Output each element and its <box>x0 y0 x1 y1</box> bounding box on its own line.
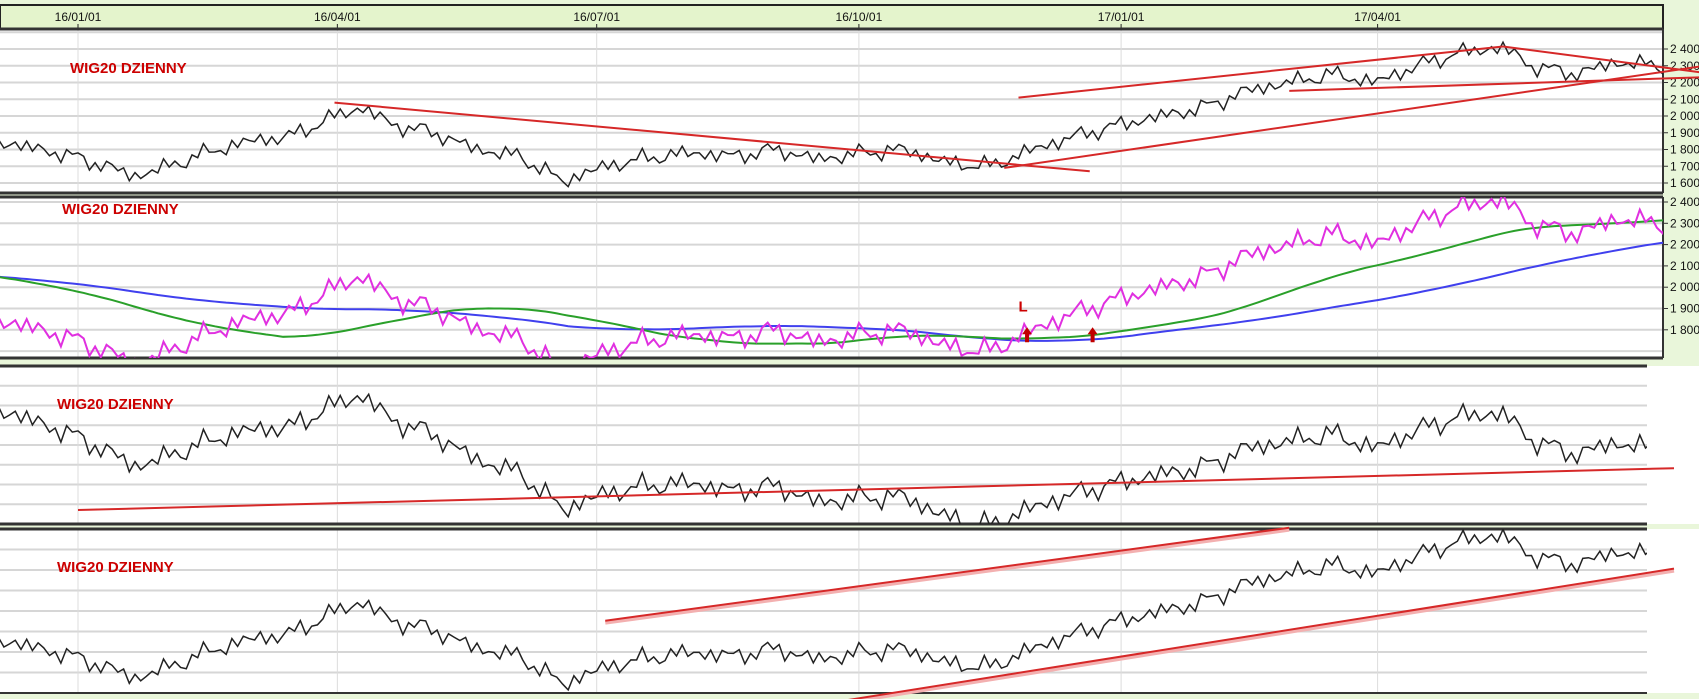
panel-1: 2 4002 3002 2002 1002 0001 9001 8001 700… <box>0 27 1699 195</box>
y-tick-label: 1 900 <box>1670 302 1699 316</box>
panel-title: WIG20 DZIENNY <box>57 559 174 576</box>
date-tick-label: 16/10/01 <box>836 10 883 24</box>
y-tick-label: 2 000 <box>1670 280 1699 294</box>
y-tick-label: 2 300 <box>1670 216 1699 230</box>
y-tick-label: 2 000 <box>1670 109 1699 123</box>
panel-title: WIG20 DZIENNY <box>70 60 187 77</box>
y-tick-label: 2 200 <box>1670 238 1699 252</box>
panel-2: 2 400 2 300 2 200 2 100 2 000 1 900 1 800 WIG20… <box>0 195 1699 360</box>
y-tick-label: 1 900 <box>1670 126 1699 140</box>
y-tick-label: 2 400 <box>1670 195 1699 209</box>
y-tick-label: 1 800 <box>1670 323 1699 337</box>
panel-background <box>0 197 1663 358</box>
panel-4: WIG20 DZIENNY <box>0 526 1699 699</box>
y-tick-label: 2 100 <box>1670 92 1699 106</box>
panel-title: WIG20 DZIENNY <box>57 396 174 413</box>
y-tick-label: 1 700 <box>1670 159 1699 173</box>
chart-canvas: 16/01/01 16/04/01 16/07/01 16/10/01 17/01/01… <box>0 4 1699 699</box>
date-axis-bar <box>0 4 1664 30</box>
signal-label: L <box>1019 299 1028 316</box>
y-tick-label: 2 400 <box>1670 42 1699 56</box>
date-tick-label: 16/04/01 <box>314 10 361 24</box>
panel-3: WIG20 DZIENNY <box>0 364 1699 526</box>
y-tick-label: 1 800 <box>1670 143 1699 157</box>
panel-title: WIG20 DZIENNY <box>62 201 179 218</box>
date-tick-label: 17/04/01 <box>1354 10 1401 24</box>
date-tick-label: 17/01/01 <box>1098 10 1145 24</box>
y-tick-label: 1 600 <box>1670 176 1699 190</box>
panel-background <box>0 29 1663 193</box>
date-tick-label: 16/01/01 <box>55 10 102 24</box>
y-tick-label: 2 100 <box>1670 259 1699 273</box>
date-tick-label: 16/07/01 <box>573 10 620 24</box>
